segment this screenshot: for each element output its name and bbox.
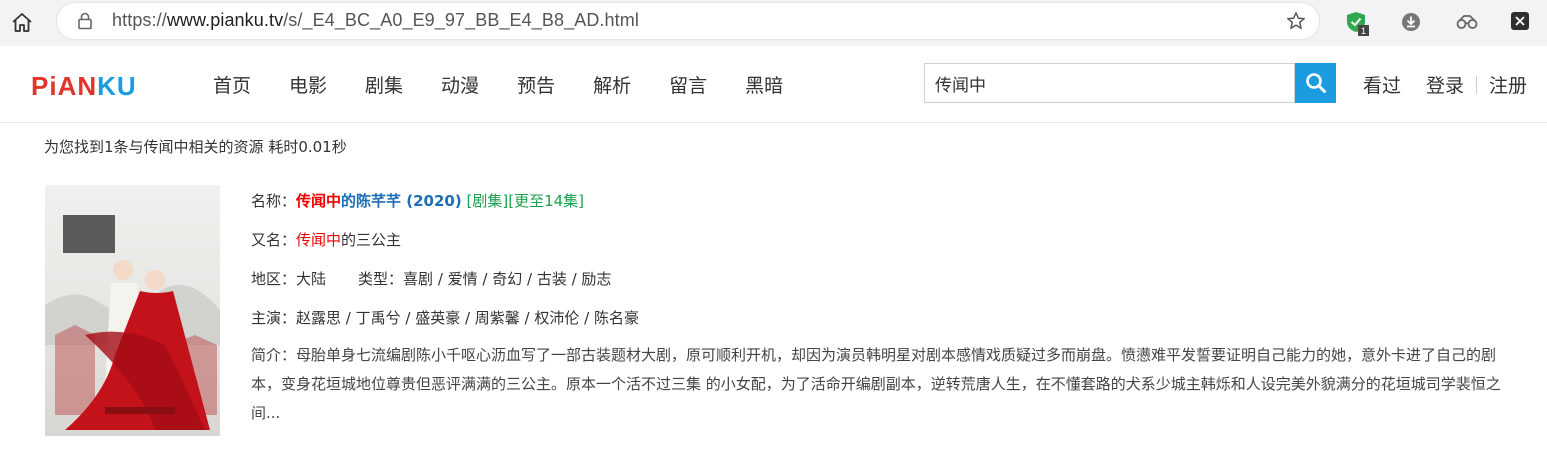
intro-row: 简介：母胎单身七流编剧陈小千呕心沥血写了一部古装题材大剧，原可顺利开机，却因为演… [251, 341, 1501, 428]
title-rest: 的陈芊芊 (2020) [341, 192, 462, 210]
search-icon [1305, 73, 1326, 93]
extension-badge: 1 [1361, 26, 1366, 36]
url-text: https://www.pianku.tv/s/_E4_BC_A0_E9_97_… [112, 10, 639, 31]
register-link[interactable]: 注册 [1489, 71, 1527, 98]
title-link[interactable]: 传闻中的陈芊芊 (2020) [296, 192, 462, 210]
search-input[interactable] [924, 63, 1295, 103]
nav-movies[interactable]: 电影 [289, 71, 327, 98]
result-info: 名称：传闻中的陈芊芊 (2020) [剧集][更至14集] 又名：传闻中的三公主… [251, 190, 1501, 428]
genre-label: 类型： [358, 270, 404, 288]
nav-analysis[interactable]: 解析 [593, 71, 631, 98]
url-path: /s/_E4_BC_A0_E9_97_BB_E4_B8_AD.html [283, 10, 639, 30]
alias-row: 又名：传闻中的三公主 [251, 229, 1501, 268]
nav-messages[interactable]: 留言 [669, 71, 707, 98]
site-logo[interactable]: PiANKU [31, 71, 137, 102]
nav-trailers[interactable]: 预告 [517, 71, 555, 98]
region-label: 地区： [251, 270, 297, 288]
logo-part-red: PiAN [31, 71, 98, 101]
region-value: 大陆 [296, 270, 327, 288]
alias-label: 又名： [251, 231, 297, 249]
region-genre-row: 地区：大陆 类型：喜剧 / 爱情 / 奇幻 / 古装 / 励志 [251, 268, 1501, 307]
nav-anime[interactable]: 动漫 [441, 71, 479, 98]
name-row: 名称：传闻中的陈芊芊 (2020) [剧集][更至14集] [251, 190, 1501, 229]
alias-highlight: 传闻中 [296, 231, 342, 249]
bookmark-star-icon[interactable] [1285, 10, 1307, 32]
login-link[interactable]: 登录 [1426, 71, 1464, 98]
poster-image[interactable] [45, 185, 220, 436]
divider [1476, 75, 1478, 94]
result-summary: 为您找到1条与传闻中相关的资源 耗时0.01秒 [44, 138, 347, 156]
nav-home[interactable]: 首页 [213, 71, 251, 98]
search-button[interactable] [1295, 63, 1336, 103]
intro-text: 母胎单身七流编剧陈小千呕心沥血写了一部古装题材大剧，原可顺利开机，却因为演员韩明… [251, 346, 1501, 422]
url-host: www.pianku.tv [166, 10, 284, 30]
logo-part-blue: KU [97, 71, 137, 101]
watched-link[interactable]: 看过 [1363, 71, 1401, 98]
type-tag[interactable]: [剧集] [467, 192, 509, 210]
cast-value: 赵露思 / 丁禹兮 / 盛英豪 / 周紫馨 / 权沛伦 / 陈名豪 [296, 309, 639, 327]
intro-label: 简介： [251, 346, 297, 364]
title-highlight: 传闻中 [296, 192, 342, 210]
browser-toolbar: https://www.pianku.tv/s/_E4_BC_A0_E9_97_… [0, 0, 1547, 47]
download-icon[interactable] [1400, 11, 1422, 33]
genre-value: 喜剧 / 爱情 / 奇幻 / 古装 / 励志 [403, 270, 612, 288]
nav-series[interactable]: 剧集 [365, 71, 403, 98]
url-scheme: https:// [112, 10, 167, 30]
close-extension-icon[interactable] [1510, 11, 1532, 33]
glasses-extension-icon[interactable] [1455, 11, 1478, 33]
shield-extension-icon[interactable]: 1 [1345, 11, 1369, 36]
user-actions: 看过 登录 注册 [1363, 71, 1527, 98]
home-icon[interactable] [10, 11, 34, 35]
update-tag[interactable]: [更至14集] [508, 192, 584, 210]
cast-label: 主演： [251, 309, 297, 327]
lock-icon[interactable] [75, 11, 95, 31]
address-bar[interactable]: https://www.pianku.tv/s/_E4_BC_A0_E9_97_… [57, 3, 1319, 39]
nav-dark[interactable]: 黑暗 [745, 71, 783, 98]
site-header: PiANKU 首页 电影 剧集 动漫 预告 解析 留言 黑暗 看过 登录 注册 [0, 46, 1547, 123]
alias-rest: 的三公主 [341, 231, 402, 249]
main-nav: 首页 电影 剧集 动漫 预告 解析 留言 黑暗 [213, 71, 783, 98]
name-label: 名称： [251, 192, 297, 210]
